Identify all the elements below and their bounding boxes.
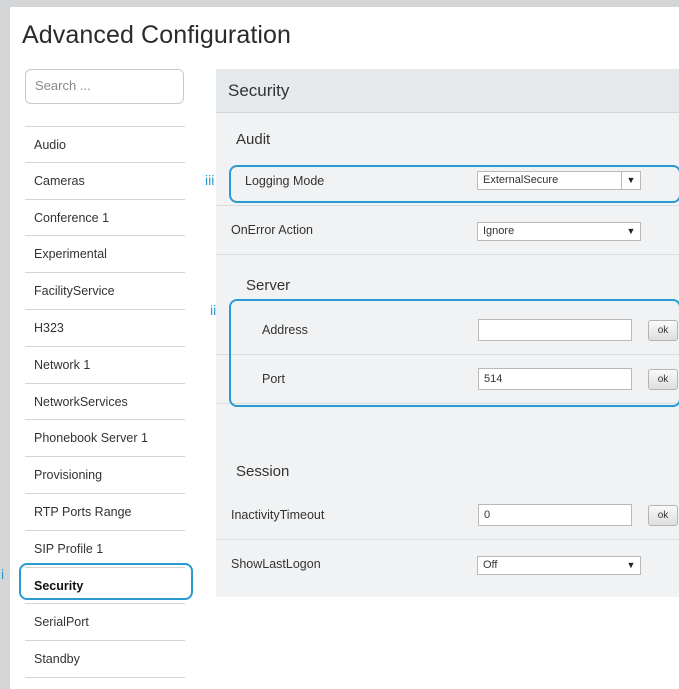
section-session-title: Session	[236, 463, 290, 480]
callout-marker-i: i	[1, 566, 5, 582]
page-title: Advanced Configuration	[22, 21, 292, 49]
callout-box-iii	[229, 165, 679, 203]
row-show-last-logon: ShowLastLogon Off ▼	[216, 540, 679, 589]
sidebar-item-networkservices[interactable]: NetworkServices	[25, 384, 185, 421]
inactivity-timeout-ok-button[interactable]: ok	[648, 505, 678, 526]
show-last-logon-select[interactable]: Off ▼	[477, 556, 641, 575]
sidebar-item-serialport[interactable]: SerialPort	[25, 604, 185, 642]
sidebar-item-experimental[interactable]: Experimental	[25, 236, 185, 274]
search-input[interactable]: Search ...	[25, 69, 184, 104]
sidebar-item-standby[interactable]: Standby	[25, 641, 185, 678]
sidebar-item-network-1[interactable]: Network 1	[25, 347, 185, 384]
callout-box-ii	[229, 299, 679, 407]
onerror-action-value: Ignore	[483, 225, 515, 237]
sidebar-item-rtp-ports-range[interactable]: RTP Ports Range	[25, 494, 185, 531]
chevron-down-icon: ▼	[626, 226, 636, 236]
sidebar-item-h323[interactable]: H323	[25, 310, 185, 347]
show-last-logon-label: ShowLastLogon	[231, 557, 321, 571]
sidebar-item-audio[interactable]: Audio	[25, 126, 185, 163]
callout-marker-iii: iii	[205, 172, 215, 188]
sidebar-item-conference-1[interactable]: Conference 1	[25, 200, 185, 237]
section-server-title: Server	[246, 277, 291, 294]
panel-title: Security	[216, 69, 679, 113]
row-onerror-action: OnError Action Ignore ▼	[216, 206, 679, 255]
inactivity-timeout-label: InactivityTimeout	[231, 508, 325, 522]
callout-box-i	[19, 563, 193, 600]
sidebar-item-facilityservice[interactable]: FacilityService	[25, 273, 185, 310]
advanced-configuration-page: Advanced Configuration Search ... Audio …	[10, 7, 679, 689]
onerror-action-label: OnError Action	[231, 223, 313, 237]
callout-marker-ii: ii	[210, 302, 217, 318]
sidebar-item-provisioning[interactable]: Provisioning	[25, 457, 185, 494]
sidebar-item-cameras[interactable]: Cameras	[25, 163, 185, 200]
onerror-action-select[interactable]: Ignore ▼	[477, 222, 641, 241]
chevron-down-icon: ▼	[626, 560, 636, 570]
section-audit-title: Audit	[236, 131, 271, 148]
row-inactivity-timeout: InactivityTimeout 0 ok	[216, 491, 679, 540]
show-last-logon-value: Off	[483, 559, 498, 571]
sidebar-item-phonebook-server-1[interactable]: Phonebook Server 1	[25, 420, 185, 458]
inactivity-timeout-input[interactable]: 0	[478, 504, 632, 526]
